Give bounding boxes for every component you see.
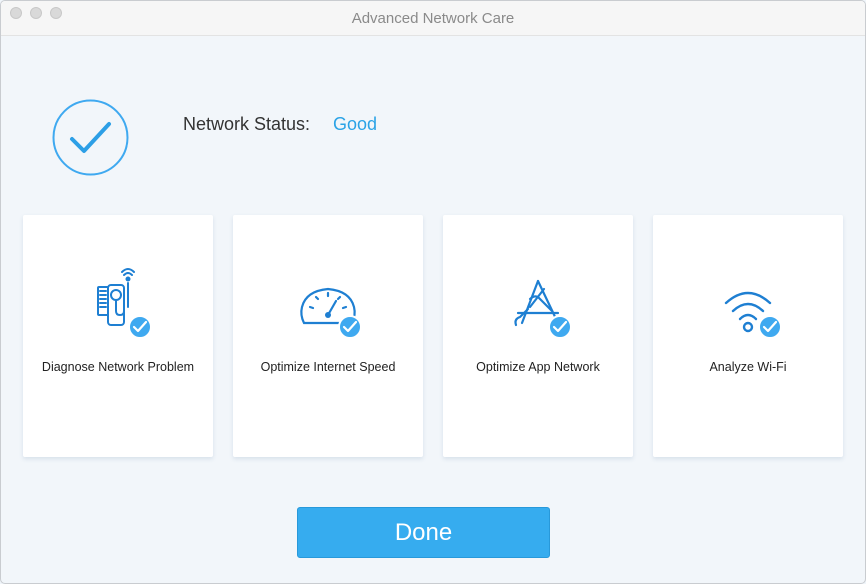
done-button[interactable]: Done [297,507,550,558]
card-analyze-wifi[interactable]: Analyze Wi-Fi [653,215,843,457]
zoom-window-button[interactable] [50,7,62,19]
card-label: Analyze Wi-Fi [709,360,787,374]
network-status-value: Good [333,114,378,134]
speedometer-icon [300,287,362,339]
close-window-button[interactable] [10,7,22,19]
card-label: Diagnose Network Problem [41,360,195,374]
stethoscope-router-icon [97,268,152,339]
status-check-icon [52,99,129,176]
card-label: Optimize App Network [476,360,600,374]
window-controls [10,7,62,19]
app-window: Advanced Network Care Network Status: Go… [0,0,866,584]
window-title: Advanced Network Care [351,9,515,27]
card-optimize-app-network[interactable]: Optimize App Network [443,215,633,457]
card-label: Optimize Internet Speed [260,360,396,374]
minimize-window-button[interactable] [30,7,42,19]
card-optimize-internet-speed[interactable]: Optimize Internet Speed [233,215,423,457]
title-bar: Advanced Network Care [1,1,865,36]
card-diagnose-network[interactable]: Diagnose Network Problem [23,215,213,457]
network-status-label: Network Status: [183,114,311,134]
wifi-icon [724,291,782,339]
app-store-tools-icon [514,279,572,339]
